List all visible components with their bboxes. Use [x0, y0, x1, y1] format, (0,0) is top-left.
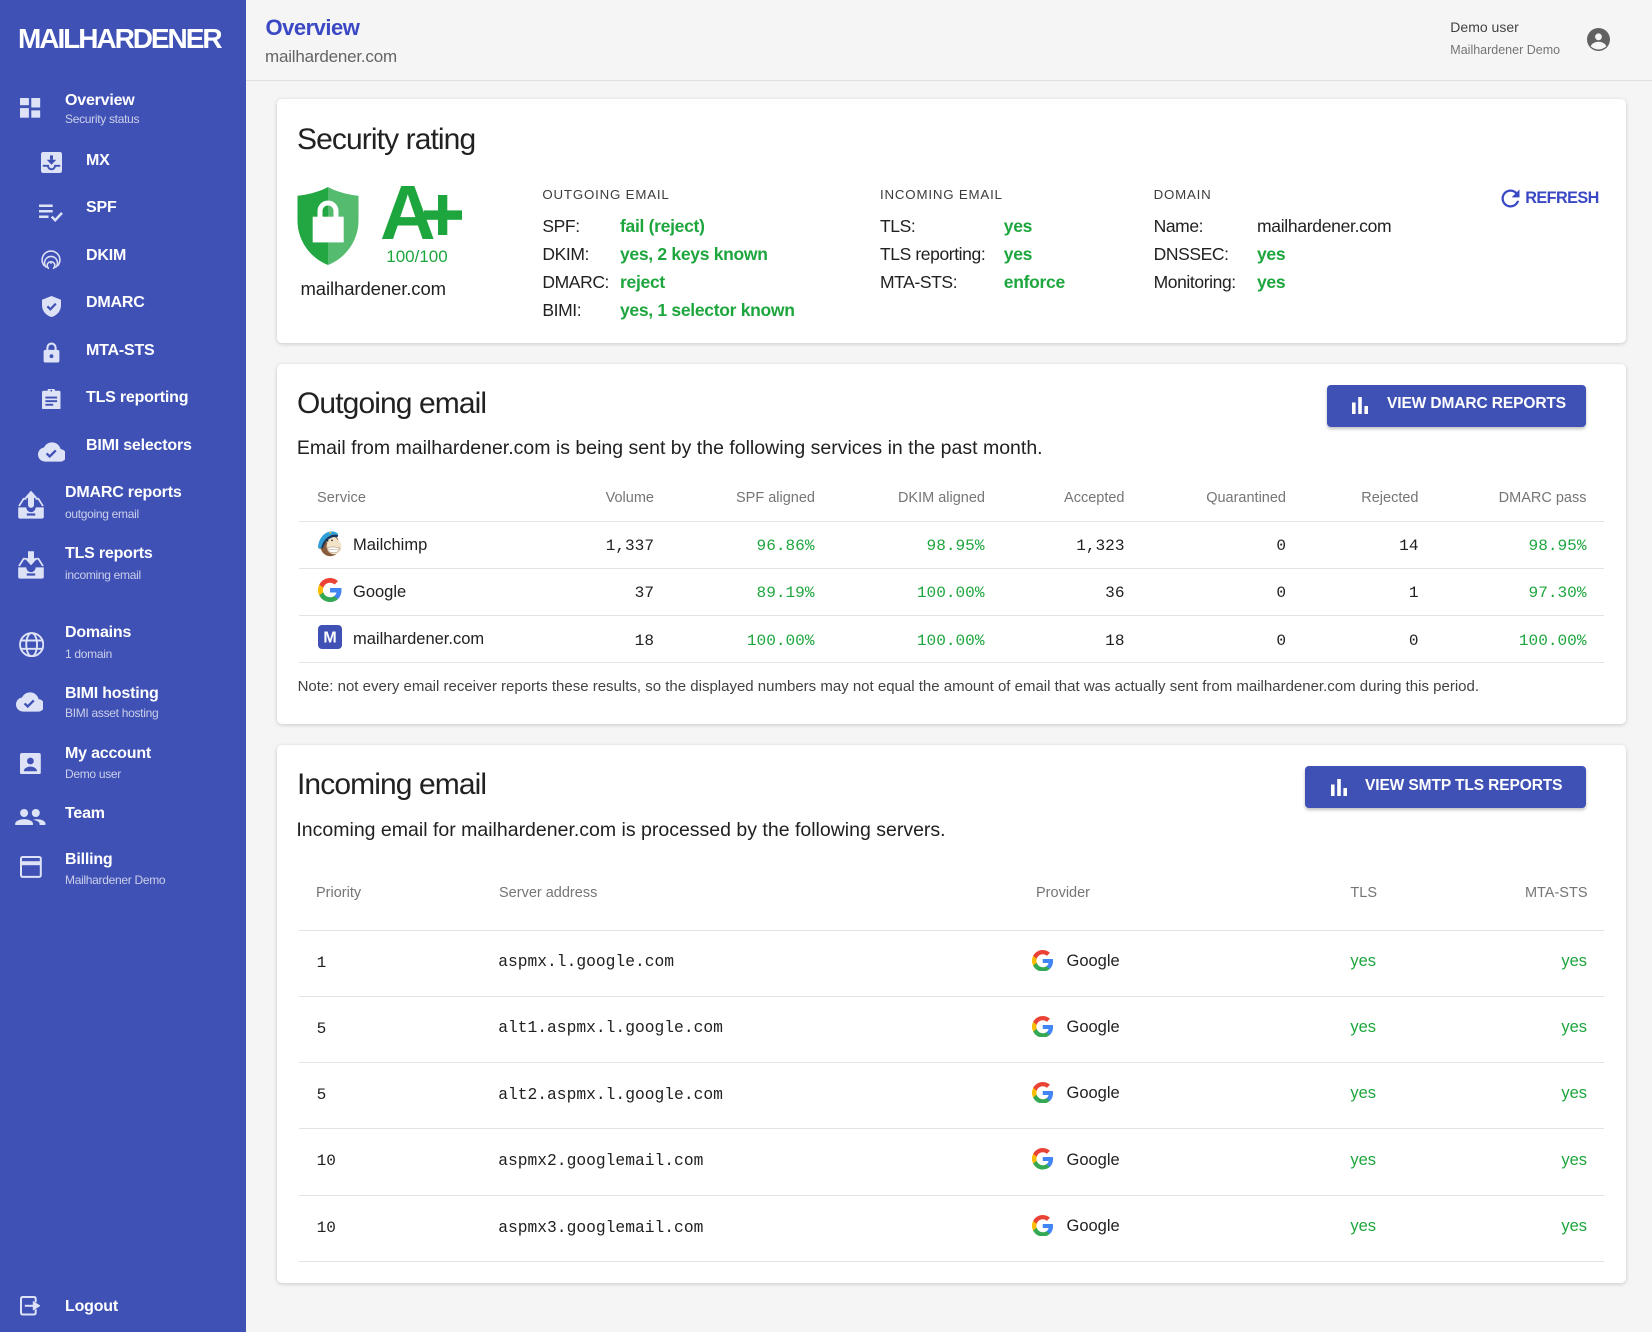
svg-text:M: M: [323, 630, 336, 647]
